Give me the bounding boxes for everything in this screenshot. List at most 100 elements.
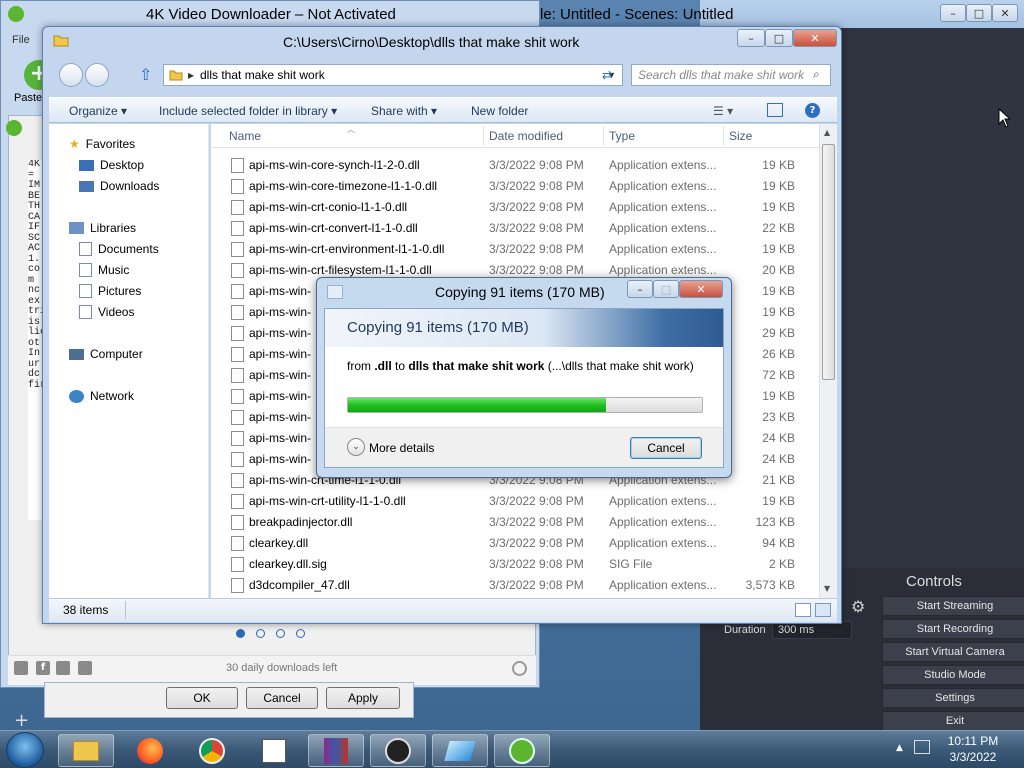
- obs-close-button[interactable]: ✕: [992, 4, 1018, 22]
- taskbar-firefox[interactable]: [122, 734, 178, 767]
- file-size: 19 KB: [762, 284, 795, 298]
- column-size[interactable]: Size: [729, 129, 752, 143]
- nav-pictures[interactable]: Pictures: [79, 284, 141, 298]
- column-name[interactable]: Name: [229, 129, 261, 143]
- column-divider[interactable]: [483, 126, 484, 146]
- refresh-icon[interactable]: ⇄: [593, 64, 621, 86]
- column-type[interactable]: Type: [609, 129, 635, 143]
- twitter-icon[interactable]: [56, 661, 70, 675]
- share-with-button[interactable]: Share with ▾: [371, 104, 437, 118]
- downloader-icon: [509, 737, 535, 764]
- column-date[interactable]: Date modified: [489, 129, 563, 143]
- page-dot-2[interactable]: [256, 629, 265, 638]
- file-row[interactable]: api-ms-win-crt-conio-l1-1-0.dll 3/3/2022 …: [211, 197, 819, 218]
- chevron-down-icon[interactable]: ⌄: [347, 438, 365, 456]
- exit-button[interactable]: Exit: [882, 711, 1024, 731]
- taskbar-app[interactable]: [432, 734, 488, 767]
- cancel-button[interactable]: Cancel: [246, 687, 318, 709]
- file-row[interactable]: api-ms-win-core-timezone-l1-1-0.dll 3/3/2…: [211, 176, 819, 197]
- nav-computer[interactable]: Computer: [69, 347, 143, 361]
- file-date: 3/3/2022 9:08 PM: [489, 200, 584, 214]
- explorer-maximize-button[interactable]: □: [765, 29, 793, 47]
- taskbar-4k-downloader[interactable]: [494, 734, 550, 767]
- scroll-up-icon[interactable]: ▲: [824, 128, 830, 137]
- ok-button[interactable]: OK: [166, 687, 238, 709]
- file-row[interactable]: api-ms-win-core-synch-l1-2-0.dll 3/3/2022…: [211, 155, 819, 176]
- nav-network[interactable]: Network: [69, 389, 134, 403]
- taskbar-obs[interactable]: [370, 734, 426, 767]
- file-row[interactable]: d3dcompiler_47.dll 3/3/2022 9:08 PM Applic…: [211, 575, 819, 596]
- reddit-icon[interactable]: [78, 661, 92, 675]
- explorer-close-button[interactable]: ✕: [793, 29, 837, 47]
- scroll-thumb[interactable]: [822, 144, 835, 380]
- dll-file-icon: [231, 431, 244, 446]
- copy-minimize-button[interactable]: –: [627, 280, 653, 298]
- breadcrumb-chevron-icon[interactable]: ▸: [188, 65, 194, 85]
- breadcrumb[interactable]: dlls that make shit work: [200, 65, 325, 85]
- page-dot-1[interactable]: [236, 629, 245, 638]
- file-menu[interactable]: File: [12, 34, 30, 46]
- scroll-down-icon[interactable]: ▼: [824, 584, 830, 593]
- taskbar-winrar[interactable]: [308, 734, 364, 767]
- taskbar-chrome[interactable]: [184, 734, 240, 767]
- nav-documents[interactable]: Documents: [79, 242, 159, 256]
- explorer-minimize-button[interactable]: –: [737, 29, 765, 47]
- nav-favorites[interactable]: ★ Favorites: [69, 137, 135, 151]
- taskbar-clock[interactable]: 10:11 PM 3/3/2022: [930, 733, 1016, 765]
- facebook-icon[interactable]: f: [36, 661, 50, 675]
- page-dot-4[interactable]: [296, 629, 305, 638]
- apply-button[interactable]: Apply: [326, 687, 400, 709]
- obs-icon: [385, 737, 411, 764]
- file-row[interactable]: api-ms-win-crt-utility-l1-1-0.dll 3/3/202…: [211, 491, 819, 512]
- vertical-scrollbar[interactable]: ▲ ▼: [819, 124, 837, 598]
- nav-downloads[interactable]: Downloads: [79, 179, 159, 193]
- forward-button[interactable]: [85, 63, 109, 87]
- preview-pane-icon[interactable]: [767, 103, 783, 117]
- file-row[interactable]: clearkey.dll 3/3/2022 9:08 PM Application …: [211, 533, 819, 554]
- start-recording-button[interactable]: Start Recording: [882, 619, 1024, 639]
- up-arrow-icon[interactable]: ⇧: [139, 65, 152, 84]
- taskbar-explorer[interactable]: [58, 734, 114, 767]
- nav-libraries[interactable]: Libraries: [69, 221, 136, 235]
- network-tray-icon[interactable]: [914, 740, 930, 754]
- start-streaming-button[interactable]: Start Streaming: [882, 596, 1024, 616]
- include-in-library-button[interactable]: Include selected folder in library ▾: [159, 104, 337, 118]
- globe-icon[interactable]: [512, 661, 527, 676]
- nav-music[interactable]: Music: [79, 263, 129, 277]
- obs-maximize-button[interactable]: □: [966, 4, 992, 22]
- youtube-icon[interactable]: [14, 661, 28, 675]
- back-button[interactable]: [59, 63, 83, 87]
- computer-icon: [69, 348, 84, 360]
- tray-expand-icon[interactable]: ▲: [896, 743, 903, 753]
- address-bar[interactable]: ▸ dlls that make shit work ▼: [163, 64, 623, 86]
- taskbar-tasks[interactable]: [246, 734, 302, 767]
- copy-dialog-header: Copying 91 items (170 MB): [325, 309, 723, 347]
- help-icon[interactable]: ?: [805, 103, 820, 118]
- search-input[interactable]: Search dlls that make shit work: [631, 64, 831, 86]
- details-view-icon[interactable]: [795, 603, 811, 617]
- file-row[interactable]: api-ms-win-crt-convert-l1-1-0.dll 3/3/202…: [211, 218, 819, 239]
- settings-button[interactable]: Settings: [882, 688, 1024, 708]
- page-dot-3[interactable]: [276, 629, 285, 638]
- start-button[interactable]: [6, 732, 44, 768]
- add-icon[interactable]: +: [14, 710, 29, 731]
- nav-videos[interactable]: Videos: [79, 305, 134, 319]
- file-row[interactable]: clearkey.dll.sig 3/3/2022 9:08 PM SIG File…: [211, 554, 819, 575]
- copy-cancel-button[interactable]: Cancel: [630, 437, 702, 459]
- search-icon[interactable]: ⌕: [813, 67, 820, 82]
- file-row[interactable]: breakpadinjector.dll 3/3/2022 9:08 PM Appl…: [211, 512, 819, 533]
- organize-button[interactable]: Organize ▾: [69, 104, 127, 118]
- more-details-button[interactable]: More details: [369, 441, 434, 455]
- new-folder-button[interactable]: New folder: [471, 104, 528, 118]
- view-options-icon[interactable]: ☰ ▾: [713, 104, 733, 118]
- copy-close-button[interactable]: ✕: [679, 280, 723, 298]
- file-row[interactable]: api-ms-win-crt-environment-l1-1-0.dll 3/3…: [211, 239, 819, 260]
- start-virtual-camera-button[interactable]: Start Virtual Camera: [882, 642, 1024, 662]
- obs-minimize-button[interactable]: –: [940, 4, 966, 22]
- nav-desktop[interactable]: Desktop: [79, 158, 144, 172]
- studio-mode-button[interactable]: Studio Mode: [882, 665, 1024, 685]
- column-divider[interactable]: [603, 126, 604, 146]
- large-icons-view-icon[interactable]: [815, 603, 831, 617]
- column-divider[interactable]: [723, 126, 724, 146]
- gear-icon[interactable]: ⚙: [851, 597, 865, 616]
